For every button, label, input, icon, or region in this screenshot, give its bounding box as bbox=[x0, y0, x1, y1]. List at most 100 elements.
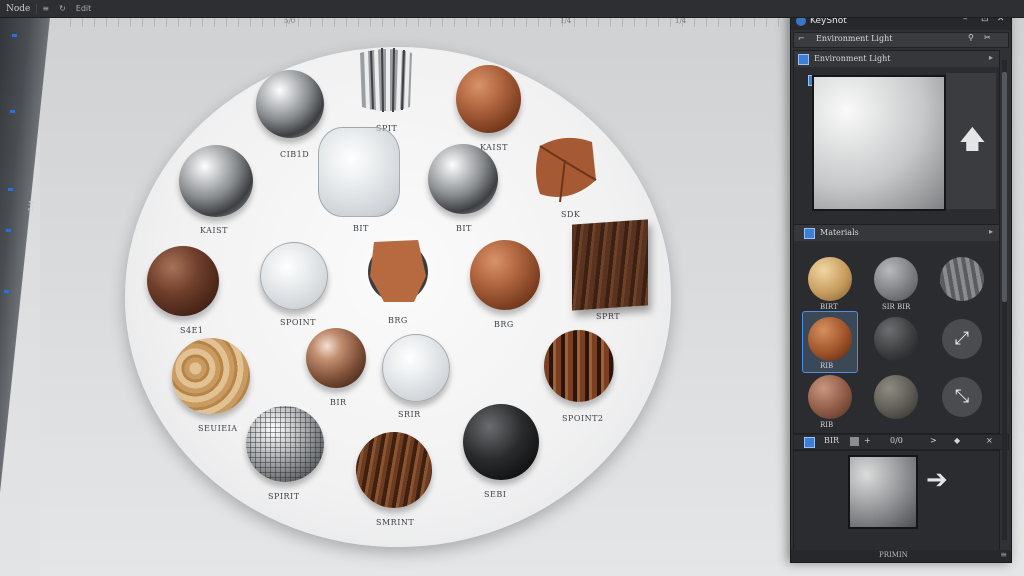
swatch-clay[interactable] bbox=[808, 375, 852, 419]
corner-icon: ⌐ bbox=[798, 34, 805, 43]
expand-icon[interactable]: ▸ bbox=[989, 53, 993, 62]
material-glass-jar[interactable] bbox=[318, 127, 400, 217]
material-leather-wrap[interactable] bbox=[364, 236, 432, 306]
rotate-icon[interactable]: ⤢ bbox=[942, 319, 982, 359]
bottom-toolbar: BIR + 0/0 > ◆ × bbox=[793, 434, 1009, 450]
swatch-brushed[interactable] bbox=[940, 257, 984, 301]
material-leather-ball[interactable] bbox=[456, 65, 521, 133]
tool-icon[interactable]: ⚲ bbox=[968, 33, 974, 42]
material-label: SRIR bbox=[398, 410, 421, 419]
ruler-label: 5/0 bbox=[284, 17, 296, 25]
left-marker bbox=[12, 34, 17, 37]
toolbar-label[interactable]: BIR bbox=[824, 436, 839, 445]
environment-preview[interactable] bbox=[812, 75, 946, 211]
swatch-label: SIR BIR bbox=[882, 303, 911, 311]
ruler-label: 1/4 bbox=[560, 17, 572, 25]
swatch-stone[interactable] bbox=[874, 375, 918, 419]
section-header: Environment Light ▸ bbox=[794, 51, 999, 67]
material-label: SMRINT bbox=[376, 518, 415, 527]
refresh-icon[interactable]: ↻ bbox=[54, 4, 71, 13]
scissors-icon[interactable]: ✂ bbox=[984, 33, 991, 42]
material-stitched-leather[interactable] bbox=[147, 246, 219, 316]
material-chrome[interactable] bbox=[179, 145, 253, 217]
left-ruler-label: 1/4 bbox=[26, 199, 37, 213]
material-black-leather[interactable] bbox=[463, 404, 539, 480]
material-chrome[interactable] bbox=[428, 144, 498, 214]
expand-icon[interactable]: ▸ bbox=[989, 227, 993, 236]
material-light-wood[interactable] bbox=[172, 338, 250, 414]
material-label: BIR bbox=[330, 398, 347, 407]
panel-scrollbar[interactable] bbox=[1002, 60, 1007, 540]
material-clear-glass[interactable] bbox=[382, 334, 450, 402]
material-label: SDK bbox=[561, 210, 581, 219]
material-mirror-tiles[interactable] bbox=[246, 406, 324, 482]
section-title: Environment Light bbox=[814, 54, 891, 63]
environment-row[interactable]: ⌐ Environment Light ⚲ ✂ bbox=[793, 32, 1009, 48]
section-title: Materials bbox=[820, 228, 859, 237]
material-clear-glass[interactable] bbox=[260, 242, 328, 310]
material-leather-ball[interactable] bbox=[470, 240, 540, 310]
square-icon[interactable] bbox=[850, 437, 859, 446]
ruler-label: 1/4 bbox=[675, 17, 687, 25]
plus-icon[interactable]: + bbox=[864, 436, 871, 445]
environment-section: Environment Light ▸ 🡅 bbox=[793, 50, 1000, 226]
swatch-label: BIRT bbox=[820, 303, 838, 311]
material-label: CIB1D bbox=[280, 150, 310, 159]
left-marker bbox=[4, 290, 9, 293]
swatch-label: RIB bbox=[820, 362, 834, 370]
section-icon bbox=[804, 228, 815, 239]
material-label: BIT bbox=[456, 224, 472, 233]
preview-section: ➔ bbox=[793, 450, 1000, 552]
material-label: SEBI bbox=[484, 490, 507, 499]
material-chrome[interactable] bbox=[256, 70, 324, 138]
section-icon bbox=[798, 54, 809, 65]
left-marker bbox=[10, 110, 15, 113]
material-label: SPIRIT bbox=[268, 492, 300, 501]
next-icon[interactable]: > bbox=[930, 436, 937, 445]
left-marker bbox=[6, 229, 11, 232]
keyshot-panel: KeyShot – ⊡ ✕ ⌐ Environment Light ⚲ ✂ En… bbox=[790, 11, 1012, 563]
material-brushed-metal-cube[interactable] bbox=[354, 45, 418, 117]
material-label: KAIST bbox=[200, 226, 228, 235]
material-wood-block[interactable] bbox=[572, 219, 648, 311]
left-marker bbox=[8, 188, 13, 191]
environment-label: Environment Light bbox=[816, 34, 893, 43]
toolbar-value[interactable]: 0/0 bbox=[890, 436, 903, 445]
material-label: BRG bbox=[388, 316, 408, 325]
section-header: Materials ▸ bbox=[794, 225, 999, 241]
material-label: SPOINT2 bbox=[562, 414, 604, 423]
diamond-icon[interactable]: ◆ bbox=[954, 436, 960, 445]
material-label: BRG bbox=[494, 320, 514, 329]
material-label: SPRT bbox=[596, 312, 621, 321]
materials-section: Materials ▸ BIRT SIR BIR RIB ⤢ RIB ⤡ bbox=[793, 224, 1000, 434]
footer-label: PRIMIN bbox=[879, 551, 908, 559]
swatch-leather[interactable] bbox=[808, 317, 852, 361]
panel-footer: PRIMIN ≡ bbox=[791, 550, 1011, 562]
material-label: S4E1 bbox=[180, 326, 204, 335]
material-label: SEUIEIA bbox=[198, 424, 238, 433]
menu-icon[interactable]: ≡ bbox=[37, 4, 54, 13]
material-striped-wood[interactable] bbox=[544, 330, 614, 402]
viewport[interactable]: 1/4 5/0 1/4 1/4 Node ≡ ↻ Edit CIB1D SPIT… bbox=[0, 0, 1024, 576]
toolbar-icon bbox=[804, 437, 815, 448]
swatch-wood[interactable] bbox=[808, 257, 852, 301]
scrollbar-thumb[interactable] bbox=[1002, 72, 1007, 302]
arrow-area: 🡅 bbox=[946, 73, 996, 209]
material-label: BIT bbox=[353, 224, 369, 233]
close-icon[interactable]: × bbox=[986, 436, 993, 445]
swatch-label: RIB bbox=[820, 421, 834, 429]
material-leather-cube[interactable] bbox=[530, 132, 600, 206]
swatch-dark[interactable] bbox=[874, 317, 918, 361]
menu-edit[interactable]: Edit bbox=[71, 4, 97, 13]
swatch-grey[interactable] bbox=[874, 257, 918, 301]
resize-icon[interactable]: ≡ bbox=[1000, 550, 1007, 559]
right-arrow-icon[interactable]: ➔ bbox=[926, 465, 948, 495]
scale-icon[interactable]: ⤡ bbox=[942, 377, 982, 417]
up-arrow-icon[interactable]: 🡅 bbox=[959, 121, 986, 165]
material-label: SPOINT bbox=[280, 318, 316, 327]
menubar: Node ≡ ↻ Edit bbox=[0, 0, 1024, 18]
material-dark-wood[interactable] bbox=[356, 432, 432, 508]
material-copper[interactable] bbox=[306, 328, 366, 388]
preview-thumbnail[interactable] bbox=[848, 455, 918, 529]
menu-node[interactable]: Node bbox=[0, 3, 38, 14]
